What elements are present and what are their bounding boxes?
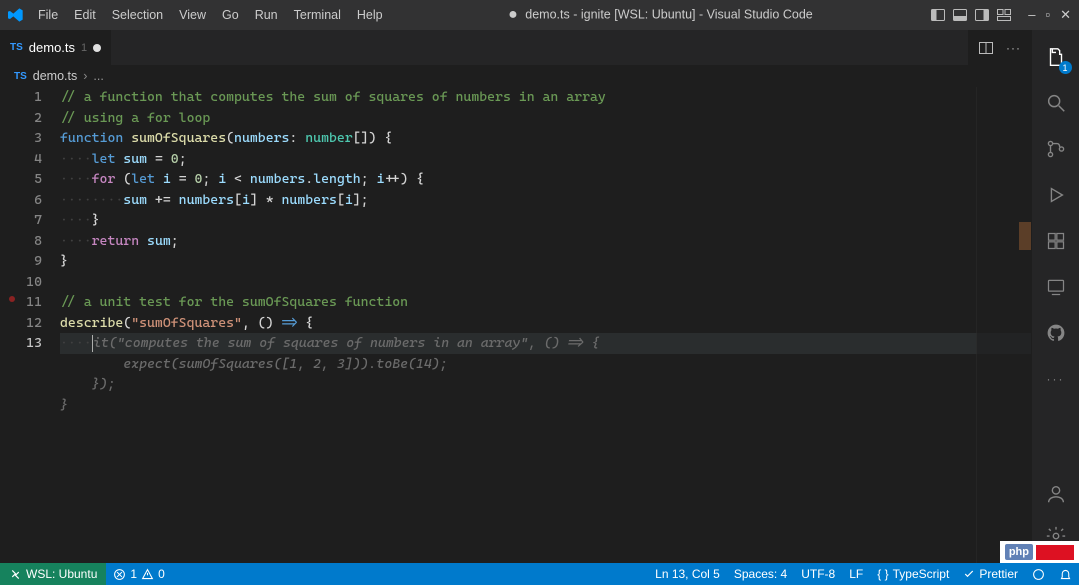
explorer-badge: 1 xyxy=(1059,61,1072,74)
tab-modified-dot-icon xyxy=(93,44,101,52)
minimize-button[interactable]: – xyxy=(1028,7,1035,23)
status-warnings: 0 xyxy=(158,567,165,581)
ghost-suggestion: }); xyxy=(60,376,115,392)
modified-indicator-icon: ● xyxy=(508,6,518,23)
status-errors: 1 xyxy=(130,567,137,581)
more-views-icon[interactable]: ··· xyxy=(1032,358,1079,400)
current-line[interactable]: ····it("computes the sum of squares of n… xyxy=(60,333,1031,354)
ghost-suggestion: } xyxy=(60,397,68,413)
menu-file[interactable]: File xyxy=(30,0,66,30)
tab-problems-count: 1 xyxy=(81,42,87,54)
title-bar: File Edit Selection View Go Run Terminal… xyxy=(0,0,1079,30)
ts-file-icon: TS xyxy=(10,42,23,53)
status-encoding[interactable]: UTF-8 xyxy=(794,563,842,585)
status-problems[interactable]: 1 0 xyxy=(106,563,171,585)
breadcrumb-rest[interactable]: ... xyxy=(93,69,103,83)
line-number[interactable]: 2 xyxy=(0,108,42,129)
status-eol[interactable]: LF xyxy=(842,563,870,585)
source-control-icon[interactable] xyxy=(1032,128,1079,170)
title-right-controls: – ▫ ✕ xyxy=(930,7,1071,23)
code-editor[interactable]: 1 2 3 4 5 6 7 8 9 10 11 12 13 // a funct… xyxy=(0,87,1031,563)
line-number[interactable]: 7 xyxy=(0,210,42,231)
toggle-panel-right-icon[interactable] xyxy=(974,7,990,23)
breadcrumb[interactable]: TS demo.ts › ... xyxy=(0,65,1031,87)
window-controls: – ▫ ✕ xyxy=(1028,7,1071,23)
menu-selection[interactable]: Selection xyxy=(104,0,171,30)
line-number[interactable]: 1 xyxy=(0,87,42,108)
status-prettier[interactable]: Prettier xyxy=(956,563,1025,585)
activity-bar: 1 ··· xyxy=(1031,30,1079,563)
status-feedback-icon[interactable] xyxy=(1025,563,1052,585)
line-number[interactable]: 9 xyxy=(0,251,42,272)
editor-tabs: TS demo.ts 1 ··· xyxy=(0,30,1031,65)
vscode-app-icon xyxy=(8,7,24,23)
line-number[interactable]: 6 xyxy=(0,190,42,211)
maximize-button[interactable]: ▫ xyxy=(1045,7,1050,23)
line-number[interactable]: 3 xyxy=(0,128,42,149)
title-project: ignite [WSL: Ubuntu] xyxy=(581,7,696,21)
menu-bar: File Edit Selection View Go Run Terminal… xyxy=(30,0,391,30)
minimap[interactable] xyxy=(976,87,1031,563)
status-bar: WSL: Ubuntu 1 0 Ln 13, Col 5 Spaces: 4 U… xyxy=(0,563,1079,585)
run-debug-icon[interactable] xyxy=(1032,174,1079,216)
toggle-panel-left-icon[interactable] xyxy=(930,7,946,23)
customize-layout-icon[interactable] xyxy=(996,7,1012,23)
window-title: ● demo.ts - ignite [WSL: Ubuntu] - Visua… xyxy=(391,6,931,24)
github-icon[interactable] xyxy=(1032,312,1079,354)
menu-go[interactable]: Go xyxy=(214,0,247,30)
menu-help[interactable]: Help xyxy=(349,0,391,30)
ghost-suggestion: expect(sumOfSquares([1, 2, 3])).toBe(14)… xyxy=(60,356,448,372)
extensions-icon[interactable] xyxy=(1032,220,1079,262)
line-number[interactable]: 4 xyxy=(0,149,42,170)
tab-actions: ··· xyxy=(968,30,1031,65)
line-number[interactable]: 13 xyxy=(0,333,42,354)
editor-column: TS demo.ts 1 ··· TS demo.ts › ... 1 2 xyxy=(0,30,1031,563)
accounts-icon[interactable] xyxy=(1032,473,1079,515)
menu-run[interactable]: Run xyxy=(247,0,286,30)
line-number[interactable]: 10 xyxy=(0,272,42,293)
status-language[interactable]: { } TypeScript xyxy=(870,563,956,585)
title-app: Visual Studio Code xyxy=(707,7,813,21)
status-remote[interactable]: WSL: Ubuntu xyxy=(0,563,106,585)
line-number-gutter[interactable]: 1 2 3 4 5 6 7 8 9 10 11 12 13 xyxy=(0,87,60,563)
search-icon[interactable] xyxy=(1032,82,1079,124)
split-editor-icon[interactable] xyxy=(978,40,994,56)
ghost-suggestion: it("computes the sum of squares of numbe… xyxy=(93,335,599,351)
toggle-panel-bottom-icon[interactable] xyxy=(952,7,968,23)
braces-icon: { } xyxy=(877,567,888,581)
remote-explorer-icon[interactable] xyxy=(1032,266,1079,308)
menu-view[interactable]: View xyxy=(171,0,214,30)
breadcrumb-file[interactable]: demo.ts xyxy=(33,69,77,83)
code-text: // using a for loop xyxy=(60,110,210,126)
menu-edit[interactable]: Edit xyxy=(66,0,104,30)
close-window-button[interactable]: ✕ xyxy=(1060,7,1071,23)
status-indentation[interactable]: Spaces: 4 xyxy=(727,563,794,585)
main-area: TS demo.ts 1 ··· TS demo.ts › ... 1 2 xyxy=(0,30,1079,563)
chevron-right-icon: › xyxy=(83,69,87,83)
line-number[interactable]: 5 xyxy=(0,169,42,190)
line-number[interactable]: 12 xyxy=(0,313,42,334)
line-number[interactable]: 11 xyxy=(0,292,42,313)
watermark-badge: php xyxy=(1000,541,1079,563)
watermark-red-block xyxy=(1036,545,1074,560)
status-notifications-icon[interactable] xyxy=(1052,563,1079,585)
line-number[interactable]: 8 xyxy=(0,231,42,252)
breakpoint-icon[interactable] xyxy=(9,296,15,302)
tab-label: demo.ts xyxy=(29,40,75,55)
status-remote-label: WSL: Ubuntu xyxy=(26,567,97,581)
status-ln-col[interactable]: Ln 13, Col 5 xyxy=(648,563,727,585)
title-filename: demo.ts xyxy=(525,7,569,21)
explorer-icon[interactable]: 1 xyxy=(1032,36,1079,78)
php-logo-icon: php xyxy=(1005,544,1033,560)
breadcrumb-ts-icon: TS xyxy=(14,71,27,82)
tab-demo-ts[interactable]: TS demo.ts 1 xyxy=(0,30,112,65)
menu-terminal[interactable]: Terminal xyxy=(286,0,349,30)
minimap-diff-indicator[interactable] xyxy=(1019,222,1031,250)
more-actions-icon[interactable]: ··· xyxy=(1006,41,1021,55)
code-text: // a function that computes the sum of s… xyxy=(60,89,606,105)
code-content[interactable]: // a function that computes the sum of s… xyxy=(60,87,1031,563)
